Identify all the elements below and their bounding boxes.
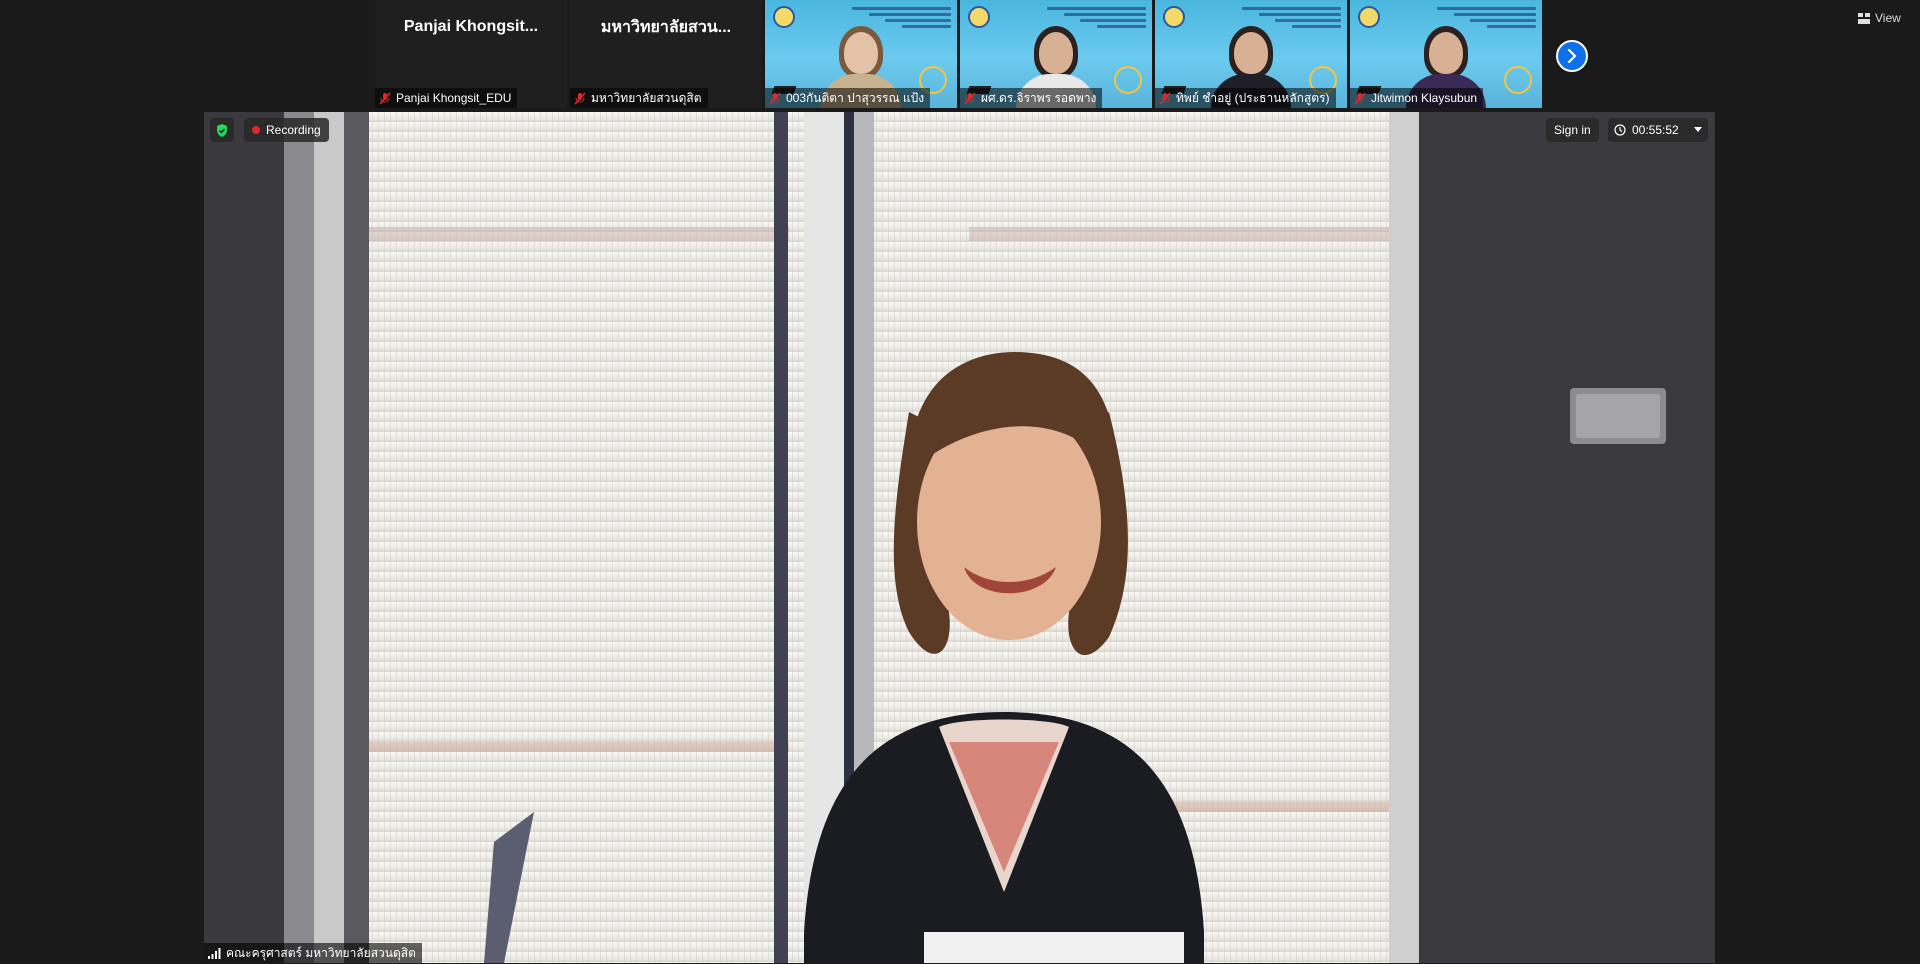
participant-caption: ผศ.ดร.จิราพร รอดพาง xyxy=(960,88,1103,108)
atom-graphic xyxy=(1114,66,1142,94)
sign-in-button[interactable]: Sign in xyxy=(1546,118,1599,142)
participant-video-tile[interactable]: ผศ.ดร.จิราพร รอดพาง xyxy=(960,0,1152,108)
participant-caption: ทิพย์ ชำอยู่ (ประธานหลักสูตร) xyxy=(1155,88,1336,108)
participant-video-tile[interactable]: ทิพย์ ชำอยู่ (ประธานหลักสูตร) xyxy=(1155,0,1347,108)
mic-muted-icon xyxy=(964,91,976,105)
signal-strength-icon xyxy=(208,947,221,959)
next-page-button[interactable] xyxy=(1556,40,1588,72)
university-logo xyxy=(773,6,795,28)
recording-indicator[interactable]: Recording xyxy=(244,118,329,142)
chevron-right-icon xyxy=(1567,49,1577,63)
view-label: View xyxy=(1875,11,1901,25)
participant-display-name: Panjai Khongsit... xyxy=(403,18,539,35)
mic-muted-icon xyxy=(574,91,586,105)
grid-view-icon xyxy=(1858,12,1870,24)
shield-icon xyxy=(217,123,227,137)
mic-muted-icon xyxy=(1354,91,1366,105)
participant-name: 003กันติตา ปาสุวรรณ แป้ง xyxy=(786,90,925,105)
university-logo xyxy=(1163,6,1185,28)
participant-name: มหาวิทยาลัยสวนดุสิต xyxy=(591,90,702,105)
university-logo xyxy=(968,6,990,28)
participant-name: ผศ.ดร.จิราพร รอดพาง xyxy=(981,90,1097,105)
mic-muted-icon xyxy=(379,91,391,105)
participant-video-tile[interactable]: Jitwimon Klaysubun xyxy=(1350,0,1542,108)
participant-name: ทิพย์ ชำอยู่ (ประธานหลักสูตร) xyxy=(1176,90,1330,105)
encryption-badge[interactable] xyxy=(210,118,234,142)
participant-name: Panjai Khongsit_EDU xyxy=(396,91,512,105)
sign-in-label: Sign in xyxy=(1554,123,1591,137)
speaker-name: คณะครุศาสตร์ มหาวิทยาลัยสวนดุสิต xyxy=(226,945,416,960)
participant-tile[interactable]: มหาวิทยาลัยสวน... มหาวิทยาลัยสวนดุสิต xyxy=(570,0,762,108)
participant-strip: Panjai Khongsit... Panjai Khongsit_EDU ม… xyxy=(375,0,1542,110)
timer-value: 00:55:52 xyxy=(1632,123,1679,137)
meeting-timer[interactable]: 00:55:52 xyxy=(1608,118,1708,142)
recording-label: Recording xyxy=(266,123,321,137)
speaker-name-tag: คณะครุศาสตร์ มหาวิทยาลัยสวนดุสิต xyxy=(204,943,422,963)
participant-caption: Jitwimon Klaysubun xyxy=(1350,88,1484,108)
participant-video-tile[interactable]: 003กันติตา ปาสุวรรณ แป้ง xyxy=(765,0,957,108)
main-video: Recording Sign in 00:55:52 คณะครุศาสตร์ … xyxy=(204,112,1715,963)
speaker-video-scene xyxy=(204,112,1715,963)
mic-muted-icon xyxy=(769,91,781,105)
clock-icon xyxy=(1614,124,1626,136)
participant-tile[interactable]: Panjai Khongsit... Panjai Khongsit_EDU xyxy=(375,0,567,108)
participant-display-name: มหาวิทยาลัยสวน... xyxy=(600,18,732,36)
caret-down-icon[interactable] xyxy=(1694,127,1702,133)
university-logo xyxy=(1358,6,1380,28)
participant-caption: มหาวิทยาลัยสวนดุสิต xyxy=(570,88,708,108)
view-button[interactable]: View xyxy=(1858,8,1901,28)
participant-caption: 003กันติตา ปาสุวรรณ แป้ง xyxy=(765,88,931,108)
participant-caption: Panjai Khongsit_EDU xyxy=(375,88,518,108)
participant-name: Jitwimon Klaysubun xyxy=(1371,91,1478,105)
mic-muted-icon xyxy=(1159,91,1171,105)
atom-graphic xyxy=(1504,66,1532,94)
recording-dot-icon xyxy=(252,126,260,134)
